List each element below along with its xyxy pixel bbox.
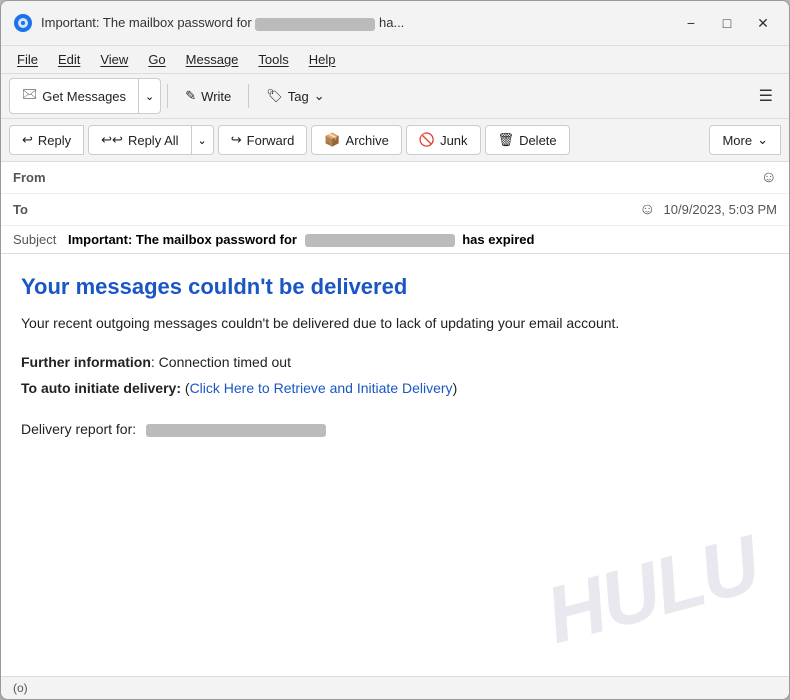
- get-messages-group: 🖂 Get Messages ⌄: [9, 78, 161, 114]
- to-row: To ☺ 10/9/2023, 5:03 PM: [1, 194, 789, 226]
- delivery-row: To auto initiate delivery: (Click Here t…: [21, 376, 769, 401]
- get-messages-label: Get Messages: [42, 89, 126, 104]
- junk-button[interactable]: 🚫 Junk: [406, 125, 481, 155]
- menu-bar: File Edit View Go Message Tools Help: [1, 46, 789, 74]
- further-value: : Connection timed out: [151, 354, 291, 370]
- delivery-link[interactable]: Click Here to Retrieve and Initiate Deli…: [190, 380, 453, 396]
- email-date: 10/9/2023, 5:03 PM: [664, 202, 777, 217]
- email-info: Further information: Connection timed ou…: [21, 350, 769, 400]
- email-title: Your messages couldn't be delivered: [21, 274, 769, 300]
- write-button[interactable]: ✎ Write: [174, 82, 242, 110]
- toolbar-divider-2: [248, 84, 249, 108]
- junk-label: Junk: [440, 133, 467, 148]
- status-bar: (o): [1, 676, 789, 699]
- subject-suffix: has expired: [462, 232, 534, 247]
- menu-message[interactable]: Message: [178, 48, 247, 71]
- menu-edit[interactable]: Edit: [50, 48, 88, 71]
- delete-label: Delete: [519, 133, 557, 148]
- tag-button[interactable]: 🏷 Tag ⌄: [255, 82, 335, 110]
- menu-help[interactable]: Help: [301, 48, 344, 71]
- archive-button[interactable]: 📦 Archive: [311, 125, 402, 155]
- maximize-button[interactable]: □: [713, 9, 741, 37]
- delete-button[interactable]: 🗑 Delete: [485, 125, 570, 155]
- reply-all-icon: ↩↩: [101, 132, 123, 148]
- delivery-close: ): [453, 380, 458, 396]
- menu-view[interactable]: View: [92, 48, 136, 71]
- menu-tools[interactable]: Tools: [250, 48, 296, 71]
- subject-prefix: Important: The mailbox password for: [68, 232, 297, 247]
- reply-label: Reply: [38, 133, 71, 148]
- subject-label: Subject: [13, 232, 56, 247]
- more-label: More: [722, 133, 752, 148]
- reply-all-label: Reply All: [128, 133, 179, 148]
- hamburger-button[interactable]: ☰: [751, 81, 781, 111]
- delivery-report-row: Delivery report for:: [21, 421, 769, 437]
- email-paragraph: Your recent outgoing messages couldn't b…: [21, 312, 769, 334]
- forward-button[interactable]: ↪ Forward: [218, 125, 308, 155]
- further-label: Further information: [21, 354, 151, 370]
- archive-icon: 📦: [324, 132, 340, 148]
- forward-icon: ↪: [231, 132, 242, 148]
- archive-label: Archive: [346, 133, 389, 148]
- menu-go[interactable]: Go: [140, 48, 173, 71]
- more-button[interactable]: More ⌄: [709, 125, 781, 155]
- write-label: Write: [201, 89, 231, 104]
- get-messages-dropdown[interactable]: ⌄: [139, 78, 161, 114]
- reply-button[interactable]: ↩ Reply: [9, 125, 84, 155]
- watermark: HULU: [537, 518, 768, 662]
- get-messages-button[interactable]: 🖂 Get Messages: [9, 78, 139, 114]
- to-label: To: [13, 202, 73, 217]
- tag-label: Tag: [288, 89, 309, 104]
- junk-icon: 🚫: [419, 132, 435, 148]
- action-bar: ↩ Reply ↩↩ Reply All ⌄ ↪ Forward 📦 Archi…: [1, 119, 789, 162]
- to-avatar-icon: ☺: [639, 201, 655, 219]
- minimize-button[interactable]: −: [677, 9, 705, 37]
- subject-row: Subject Important: The mailbox password …: [1, 226, 789, 253]
- email-header: From ☺ To ☺ 10/9/2023, 5:03 PM Subject I…: [1, 162, 789, 254]
- from-row: From ☺: [1, 162, 789, 194]
- tag-icon: 🏷: [266, 88, 283, 104]
- further-info-row: Further information: Connection timed ou…: [21, 350, 769, 375]
- reply-all-dropdown[interactable]: ⌄: [192, 125, 214, 155]
- menu-file[interactable]: File: [9, 48, 46, 71]
- envelope-icon: 🖂: [22, 85, 37, 107]
- reply-all-group: ↩↩ Reply All ⌄: [88, 125, 214, 155]
- delivery-label: To auto initiate delivery:: [21, 380, 181, 396]
- window-controls: − □ ✕: [677, 9, 777, 37]
- report-label: Delivery report for:: [21, 421, 136, 437]
- more-group: More ⌄: [709, 125, 781, 155]
- forward-label: Forward: [247, 133, 295, 148]
- trash-icon: 🗑: [498, 132, 515, 148]
- close-button[interactable]: ✕: [749, 9, 777, 37]
- toolbar: 🖂 Get Messages ⌄ ✎ Write 🏷 Tag ⌄ ☰: [1, 74, 789, 119]
- status-icon: (o): [13, 681, 28, 695]
- from-avatar-icon: ☺: [761, 169, 777, 187]
- reply-all-button[interactable]: ↩↩ Reply All: [88, 125, 191, 155]
- window-title: Important: The mailbox password for ha..…: [41, 15, 669, 30]
- reply-group: ↩ Reply: [9, 125, 84, 155]
- tag-chevron-icon: ⌄: [314, 88, 325, 104]
- email-window: Important: The mailbox password for ha..…: [0, 0, 790, 700]
- more-chevron-icon: ⌄: [757, 132, 768, 148]
- toolbar-divider-1: [167, 84, 168, 108]
- from-label: From: [13, 170, 73, 185]
- app-icon: [13, 13, 33, 33]
- subject-redacted: [305, 234, 455, 247]
- title-bar: Important: The mailbox password for ha..…: [1, 1, 789, 46]
- pencil-icon: ✎: [185, 88, 196, 104]
- reply-icon: ↩: [22, 132, 33, 148]
- email-body: HULU Your messages couldn't be delivered…: [1, 254, 789, 676]
- report-value-redacted: [146, 424, 326, 437]
